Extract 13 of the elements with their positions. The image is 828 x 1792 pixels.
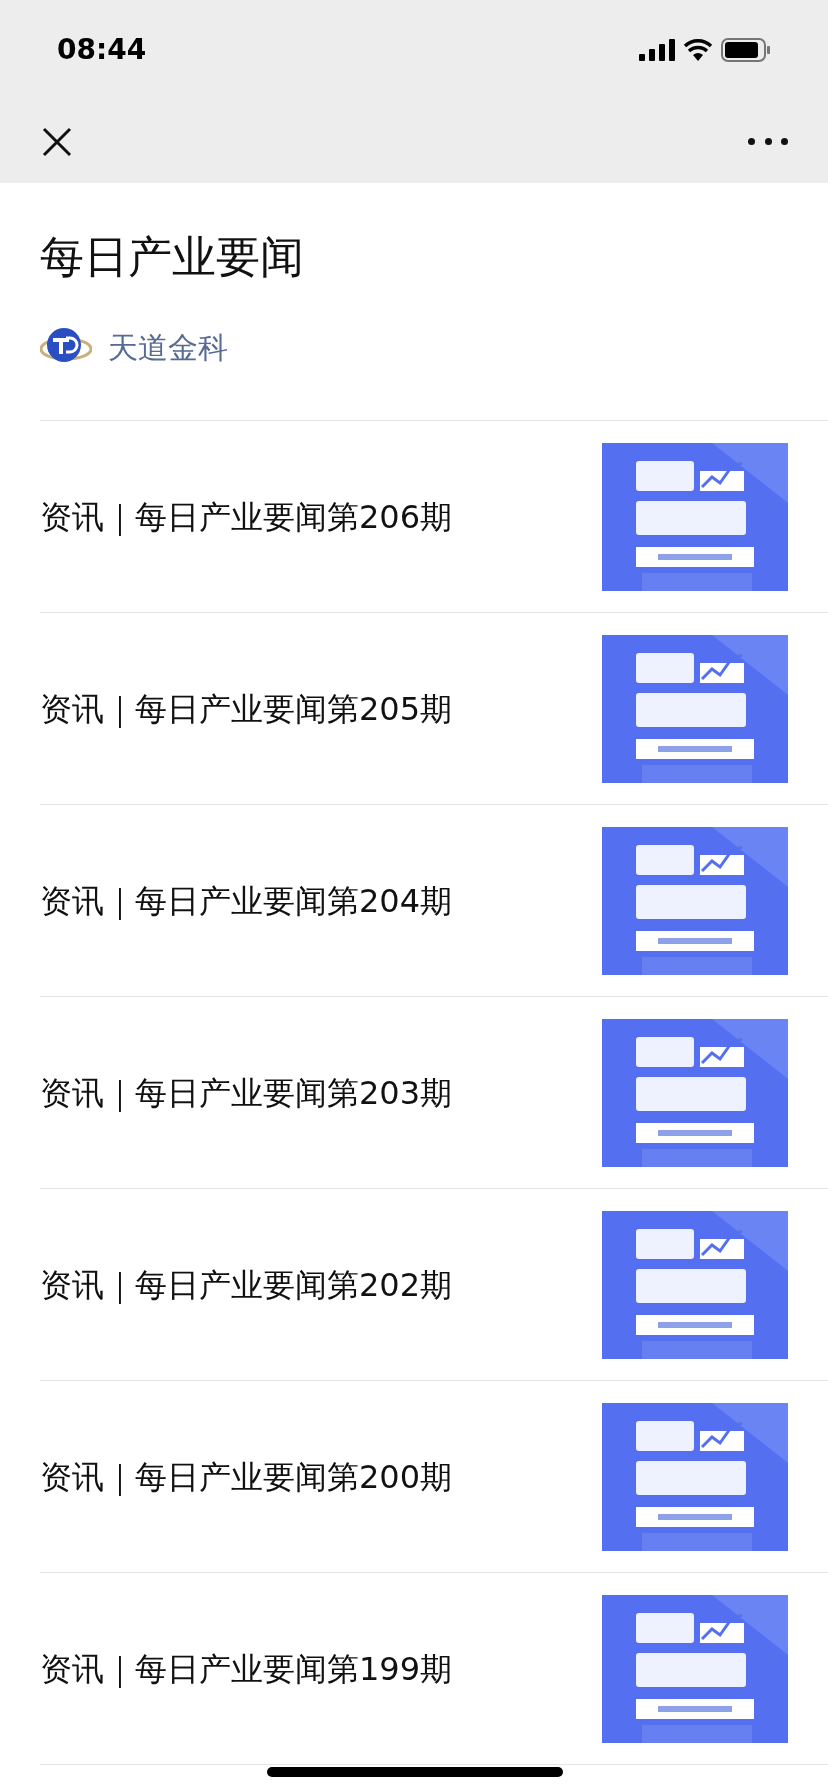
article-title-link[interactable]: 资讯｜每日产业要闻第200期: [40, 1452, 453, 1501]
account-name-link[interactable]: 天道金科: [108, 324, 228, 370]
status-time: 08:44: [57, 32, 147, 68]
article-title-link[interactable]: 资讯｜每日产业要闻第204期: [40, 876, 453, 925]
article-title-link[interactable]: 资讯｜每日产业要闻第203期: [40, 1068, 453, 1117]
signal-icon: [639, 39, 675, 61]
article-title-link[interactable]: 资讯｜每日产业要闻第202期: [40, 1260, 453, 1309]
article-title-link[interactable]: 资讯｜每日产业要闻第199期: [40, 1644, 453, 1693]
article-title-link[interactable]: 资讯｜每日产业要闻第206期: [40, 492, 453, 541]
page-title: 每日产业要闻: [40, 230, 305, 284]
article-title-link[interactable]: 资讯｜每日产业要闻第205期: [40, 684, 453, 733]
battery-icon: [721, 38, 771, 62]
wifi-icon: [683, 39, 713, 61]
